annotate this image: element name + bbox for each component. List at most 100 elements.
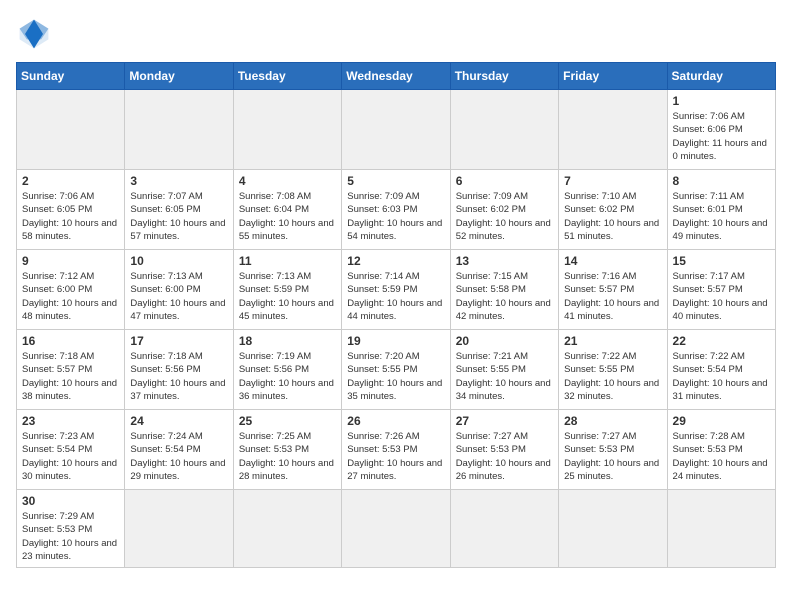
day-cell (667, 490, 775, 568)
day-cell: 10Sunrise: 7:13 AM Sunset: 6:00 PM Dayli… (125, 250, 233, 330)
day-header-monday: Monday (125, 63, 233, 90)
day-info: Sunrise: 7:28 AM Sunset: 5:53 PM Dayligh… (673, 430, 770, 483)
days-header-row: SundayMondayTuesdayWednesdayThursdayFrid… (17, 63, 776, 90)
day-cell: 14 Sunrise: 7:16 AM Sunset: 5:57 PM Dayli… (559, 250, 667, 330)
day-info: Sunrise: 7:10 AM Sunset: 6:02 PM Dayligh… (564, 190, 661, 243)
day-number: 27 (456, 414, 553, 428)
day-info: Sunrise: 7:07 AM Sunset: 6:05 PM Dayligh… (130, 190, 227, 243)
day-cell (233, 90, 341, 170)
day-cell: 11Sunrise: 7:13 AM Sunset: 5:59 PM Dayli… (233, 250, 341, 330)
day-info: Sunrise: 7:12 AM Sunset: 6:00 PM Dayligh… (22, 270, 119, 323)
day-number: 11 (239, 254, 336, 268)
day-cell (342, 490, 450, 568)
day-cell (450, 90, 558, 170)
day-cell: 5 Sunrise: 7:09 AM Sunset: 6:03 PM Daylig… (342, 170, 450, 250)
day-info: Sunrise: 7:25 AM Sunset: 5:53 PM Dayligh… (239, 430, 336, 483)
logo-icon (16, 16, 52, 52)
day-number: 14 (564, 254, 661, 268)
day-number: 5 (347, 174, 444, 188)
day-cell: 8 Sunrise: 7:11 AM Sunset: 6:01 PM Daylig… (667, 170, 775, 250)
day-number: 21 (564, 334, 661, 348)
day-info: Sunrise: 7:23 AM Sunset: 5:54 PM Dayligh… (22, 430, 119, 483)
day-info: Sunrise: 7:21 AM Sunset: 5:55 PM Dayligh… (456, 350, 553, 403)
day-cell: 28 Sunrise: 7:27 AM Sunset: 5:53 PM Dayli… (559, 410, 667, 490)
day-number: 1 (673, 94, 770, 108)
day-number: 24 (130, 414, 227, 428)
day-number: 7 (564, 174, 661, 188)
day-info: Sunrise: 7:22 AM Sunset: 5:54 PM Dayligh… (673, 350, 770, 403)
day-info: Sunrise: 7:18 AM Sunset: 5:56 PM Dayligh… (130, 350, 227, 403)
day-info: Sunrise: 7:11 AM Sunset: 6:01 PM Dayligh… (673, 190, 770, 243)
day-info: Sunrise: 7:26 AM Sunset: 5:53 PM Dayligh… (347, 430, 444, 483)
day-number: 29 (673, 414, 770, 428)
day-header-sunday: Sunday (17, 63, 125, 90)
week-row-1: 1 Sunrise: 7:06 AM Sunset: 6:06 PM Daylig… (17, 90, 776, 170)
day-number: 26 (347, 414, 444, 428)
day-cell: 26 Sunrise: 7:26 AM Sunset: 5:53 PM Dayli… (342, 410, 450, 490)
day-info: Sunrise: 7:27 AM Sunset: 5:53 PM Dayligh… (456, 430, 553, 483)
week-row-3: 9Sunrise: 7:12 AM Sunset: 6:00 PM Daylig… (17, 250, 776, 330)
day-info: Sunrise: 7:09 AM Sunset: 6:03 PM Dayligh… (347, 190, 444, 243)
day-cell: 18Sunrise: 7:19 AM Sunset: 5:56 PM Dayli… (233, 330, 341, 410)
day-header-thursday: Thursday (450, 63, 558, 90)
day-header-friday: Friday (559, 63, 667, 90)
week-row-5: 23 Sunrise: 7:23 AM Sunset: 5:54 PM Dayli… (17, 410, 776, 490)
day-info: Sunrise: 7:16 AM Sunset: 5:57 PM Dayligh… (564, 270, 661, 323)
day-number: 15 (673, 254, 770, 268)
day-info: Sunrise: 7:19 AM Sunset: 5:56 PM Dayligh… (239, 350, 336, 403)
day-number: 13 (456, 254, 553, 268)
day-info: Sunrise: 7:09 AM Sunset: 6:02 PM Dayligh… (456, 190, 553, 243)
day-cell: 16Sunrise: 7:18 AM Sunset: 5:57 PM Dayli… (17, 330, 125, 410)
day-header-saturday: Saturday (667, 63, 775, 90)
calendar-table: SundayMondayTuesdayWednesdayThursdayFrid… (16, 62, 776, 568)
day-number: 6 (456, 174, 553, 188)
day-info: Sunrise: 7:14 AM Sunset: 5:59 PM Dayligh… (347, 270, 444, 323)
day-info: Sunrise: 7:17 AM Sunset: 5:57 PM Dayligh… (673, 270, 770, 323)
day-cell: 19 Sunrise: 7:20 AM Sunset: 5:55 PM Dayli… (342, 330, 450, 410)
day-cell (125, 90, 233, 170)
logo (16, 16, 58, 52)
day-cell (17, 90, 125, 170)
day-cell: 12Sunrise: 7:14 AM Sunset: 5:59 PM Dayli… (342, 250, 450, 330)
day-info: Sunrise: 7:06 AM Sunset: 6:06 PM Dayligh… (673, 110, 770, 163)
day-number: 2 (22, 174, 119, 188)
day-cell (342, 90, 450, 170)
day-cell: 20Sunrise: 7:21 AM Sunset: 5:55 PM Dayli… (450, 330, 558, 410)
day-info: Sunrise: 7:06 AM Sunset: 6:05 PM Dayligh… (22, 190, 119, 243)
day-cell: 7 Sunrise: 7:10 AM Sunset: 6:02 PM Daylig… (559, 170, 667, 250)
day-cell: 17 Sunrise: 7:18 AM Sunset: 5:56 PM Dayli… (125, 330, 233, 410)
day-info: Sunrise: 7:29 AM Sunset: 5:53 PM Dayligh… (22, 510, 119, 563)
day-number: 25 (239, 414, 336, 428)
calendar-body: 1 Sunrise: 7:06 AM Sunset: 6:06 PM Daylig… (17, 90, 776, 568)
day-info: Sunrise: 7:13 AM Sunset: 6:00 PM Dayligh… (130, 270, 227, 323)
calendar-thead: SundayMondayTuesdayWednesdayThursdayFrid… (17, 63, 776, 90)
day-info: Sunrise: 7:22 AM Sunset: 5:55 PM Dayligh… (564, 350, 661, 403)
day-cell: 1 Sunrise: 7:06 AM Sunset: 6:06 PM Daylig… (667, 90, 775, 170)
day-cell: 22 Sunrise: 7:22 AM Sunset: 5:54 PM Dayli… (667, 330, 775, 410)
day-cell: 3 Sunrise: 7:07 AM Sunset: 6:05 PM Daylig… (125, 170, 233, 250)
calendar-header (16, 16, 776, 52)
day-number: 28 (564, 414, 661, 428)
day-header-tuesday: Tuesday (233, 63, 341, 90)
day-number: 23 (22, 414, 119, 428)
day-cell (559, 90, 667, 170)
day-cell (233, 490, 341, 568)
day-number: 16 (22, 334, 119, 348)
day-cell (450, 490, 558, 568)
day-cell: 24Sunrise: 7:24 AM Sunset: 5:54 PM Dayli… (125, 410, 233, 490)
day-number: 4 (239, 174, 336, 188)
day-info: Sunrise: 7:20 AM Sunset: 5:55 PM Dayligh… (347, 350, 444, 403)
week-row-2: 2 Sunrise: 7:06 AM Sunset: 6:05 PM Daylig… (17, 170, 776, 250)
day-number: 3 (130, 174, 227, 188)
day-info: Sunrise: 7:08 AM Sunset: 6:04 PM Dayligh… (239, 190, 336, 243)
day-number: 22 (673, 334, 770, 348)
day-cell: 29 Sunrise: 7:28 AM Sunset: 5:53 PM Dayli… (667, 410, 775, 490)
day-number: 8 (673, 174, 770, 188)
day-number: 17 (130, 334, 227, 348)
day-cell: 6 Sunrise: 7:09 AM Sunset: 6:02 PM Daylig… (450, 170, 558, 250)
day-cell: 9Sunrise: 7:12 AM Sunset: 6:00 PM Daylig… (17, 250, 125, 330)
day-cell: 21 Sunrise: 7:22 AM Sunset: 5:55 PM Dayli… (559, 330, 667, 410)
day-number: 19 (347, 334, 444, 348)
day-cell: 27 Sunrise: 7:27 AM Sunset: 5:53 PM Dayli… (450, 410, 558, 490)
day-info: Sunrise: 7:27 AM Sunset: 5:53 PM Dayligh… (564, 430, 661, 483)
